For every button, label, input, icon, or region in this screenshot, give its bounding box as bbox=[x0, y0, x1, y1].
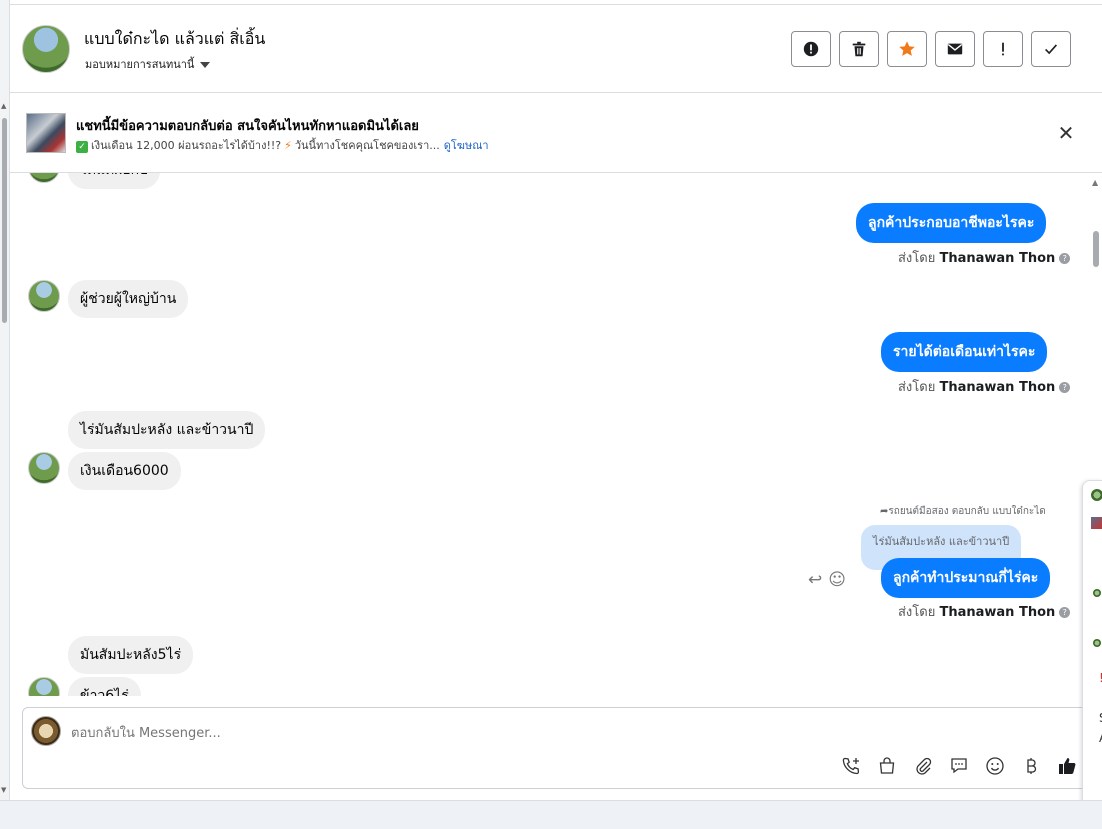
scroll-up-arrow-icon[interactable]: ▲ bbox=[1092, 178, 1098, 187]
conversation-actions bbox=[791, 31, 1071, 67]
close-icon[interactable]: ✕ bbox=[1056, 123, 1076, 143]
shop-bag-icon[interactable] bbox=[875, 754, 899, 778]
reply-composer bbox=[22, 707, 1092, 789]
payment-baht-icon[interactable] bbox=[1019, 754, 1043, 778]
ad-thumbnail[interactable] bbox=[26, 113, 66, 153]
ad-title: แชทนี้มีข้อความตอบกลับต่อ สนใจคันไหนทักห… bbox=[76, 119, 419, 134]
ad-subtitle: ✓ เงินเดือน 12,000 ผ่อนรถอะไรได้บ้าง!!? ⚡ ว… bbox=[76, 136, 489, 154]
incoming-message[interactable]: ได้แต่ผัยกิบ bbox=[68, 173, 161, 189]
mark-done-button[interactable] bbox=[1031, 31, 1071, 67]
incoming-message[interactable]: ไร่มันสัมปะหลัง และข้าวนาปี bbox=[68, 411, 266, 449]
outgoing-message[interactable]: ลูกค้าประกอบอาชีพอะไรคะ bbox=[856, 203, 1047, 243]
messenger-inbox-window: ▲ ▼ แบบใด๋กะได แล้วแต่ สิ่เอิ้น มอบหมายก… bbox=[0, 0, 1102, 829]
contact-message-avatar[interactable] bbox=[28, 173, 60, 183]
assign-conversation-dropdown[interactable]: มอบหมายการสนทนานี้ bbox=[85, 55, 211, 73]
lightning-icon: ⚡ bbox=[284, 139, 292, 152]
avatar[interactable] bbox=[1093, 639, 1101, 647]
scroll-down-arrow-icon[interactable]: ▼ bbox=[1, 786, 6, 794]
reply-context-text: รถยนต์มือสอง ตอบกลับ แบบใด๋กะได bbox=[888, 506, 1046, 517]
reply-context-label: ➦รถยนต์มือสอง ตอบกลับ แบบใด๋กะได bbox=[880, 504, 1046, 519]
left-scrollbar-thumb[interactable] bbox=[2, 118, 7, 323]
saved-replies-icon[interactable] bbox=[947, 754, 971, 778]
scroll-up-arrow-icon[interactable]: ▲ bbox=[1, 102, 6, 110]
checkmark-icon bbox=[1045, 44, 1058, 55]
avatar[interactable] bbox=[1093, 589, 1101, 597]
left-scrollbar[interactable]: ▲ ▼ bbox=[0, 0, 10, 800]
sent-by-label: ส่งโดย Thanawan Thon? bbox=[898, 601, 1071, 622]
envelope-icon bbox=[947, 43, 963, 55]
delete-button[interactable] bbox=[839, 31, 879, 67]
ad-subtitle-part1: เงินเดือน 12,000 ผ่อนรถอะไรได้บ้าง!!? bbox=[91, 139, 282, 152]
contact-name[interactable]: แบบใด๋กะได แล้วแต่ สิ่เอิ้น bbox=[84, 27, 265, 52]
outgoing-message[interactable]: ลูกค้าทำประมาณกี่ไร่คะ bbox=[881, 558, 1051, 598]
alert-circle-icon bbox=[803, 41, 819, 57]
ad-context-banner: แชทนี้มีข้อความตอบกลับต่อ สนใจคันไหนทักห… bbox=[10, 93, 1102, 173]
contact-avatar[interactable] bbox=[22, 25, 70, 73]
star-button[interactable] bbox=[887, 31, 927, 67]
incoming-message[interactable]: ข้าว6ไร่ bbox=[68, 677, 141, 696]
mark-unread-button[interactable] bbox=[935, 31, 975, 67]
contact-message-avatar[interactable] bbox=[28, 280, 60, 312]
paperclip-icon bbox=[916, 757, 932, 775]
assign-label: มอบหมายการสนทนานี้ bbox=[85, 58, 195, 71]
checkmark-box-icon: ✓ bbox=[76, 141, 88, 153]
incoming-message[interactable]: ผู้ช่วยผู้ใหญ่บ้าน bbox=[68, 280, 189, 318]
outgoing-message[interactable]: รายได้ต่อเดือนเท่าไรคะ bbox=[881, 332, 1048, 372]
composer-toolbar bbox=[839, 754, 1079, 778]
bottom-bar bbox=[0, 800, 1102, 829]
sender-name: Thanawan Thon bbox=[939, 251, 1056, 266]
incoming-message[interactable]: เงินเดือน6000 bbox=[68, 452, 181, 490]
incoming-message[interactable]: มันสัมปะหลัง5ไร่ bbox=[68, 636, 194, 674]
exclamation-icon bbox=[1002, 42, 1004, 56]
reply-icon[interactable]: ↩ bbox=[808, 570, 822, 590]
like-icon bbox=[1059, 758, 1076, 774]
contact-message-avatar[interactable] bbox=[28, 452, 60, 484]
sent-by-prefix: ส่งโดย bbox=[898, 380, 936, 395]
attachment-icon[interactable] bbox=[911, 754, 935, 778]
sent-by-label: ส่งโดย Thanawan Thon? bbox=[898, 376, 1071, 397]
trash-icon bbox=[852, 41, 866, 57]
message-thread[interactable]: ได้แต่ผัยกิบ ลูกค้าประกอบอาชีพอะไรคะ ส่ง… bbox=[10, 173, 1090, 696]
message-hover-actions: ↩ ☺ bbox=[808, 570, 846, 590]
emoji-reaction-icon[interactable]: ☺ bbox=[828, 570, 846, 590]
call-add-icon[interactable] bbox=[839, 754, 863, 778]
mark-spam-button[interactable] bbox=[791, 31, 831, 67]
ad-thumbnail[interactable] bbox=[1091, 517, 1102, 529]
thumbs-up-icon[interactable] bbox=[1055, 754, 1079, 778]
follow-up-button[interactable] bbox=[983, 31, 1023, 67]
baht-icon bbox=[1027, 758, 1037, 774]
sender-name: Thanawan Thon bbox=[939, 605, 1056, 620]
help-icon[interactable]: ? bbox=[1059, 382, 1071, 393]
help-icon[interactable]: ? bbox=[1059, 607, 1071, 618]
sent-by-prefix: ส่งโดย bbox=[898, 605, 936, 620]
avatar[interactable] bbox=[1091, 489, 1102, 501]
side-panel-fragment[interactable]: ! S A bbox=[1082, 480, 1102, 816]
sent-by-prefix: ส่งโดย bbox=[898, 251, 936, 266]
phone-plus-icon bbox=[842, 757, 860, 775]
ad-subtitle-part2: วันนี้ทางโชคคุณโชคของเรา... bbox=[294, 139, 440, 152]
conversation-header: แบบใด๋กะได แล้วแต่ สิ่เอิ้น มอบหมายการสน… bbox=[10, 4, 1102, 93]
help-icon[interactable]: ? bbox=[1059, 253, 1071, 264]
shopping-bag-icon bbox=[879, 757, 895, 774]
sent-by-label: ส่งโดย Thanawan Thon? bbox=[898, 247, 1071, 268]
contact-message-avatar[interactable] bbox=[28, 677, 60, 696]
star-icon bbox=[899, 41, 915, 56]
view-ad-link[interactable]: ดูโฆษณา bbox=[444, 139, 489, 152]
thread-scrollbar-thumb[interactable] bbox=[1093, 231, 1099, 267]
emoji-icon[interactable] bbox=[983, 754, 1007, 778]
chevron-down-icon bbox=[200, 62, 211, 68]
reply-input[interactable] bbox=[71, 722, 831, 744]
chat-bubble-icon bbox=[951, 758, 967, 774]
sender-name: Thanawan Thon bbox=[939, 380, 1056, 395]
smiley-icon bbox=[986, 757, 1004, 775]
page-avatar bbox=[31, 716, 61, 746]
